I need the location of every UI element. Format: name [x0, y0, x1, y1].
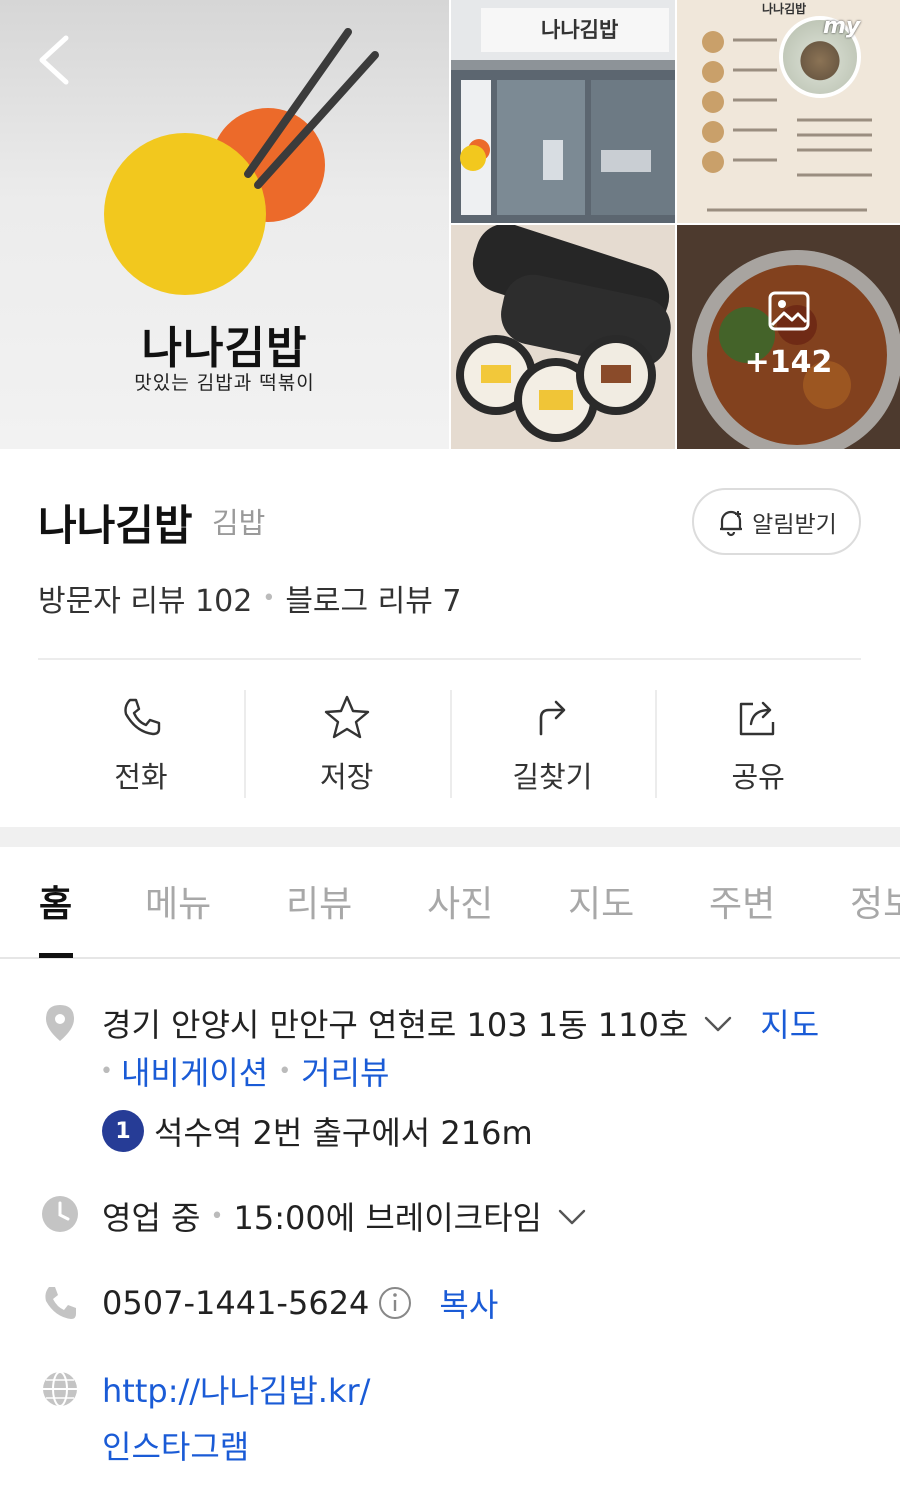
- share-icon: [739, 701, 775, 736]
- separator-dot: •: [100, 1058, 113, 1084]
- tab-home[interactable]: 홈: [39, 875, 72, 927]
- phone-icon: [124, 698, 161, 736]
- logo-tagline: 맛있는 김밥과 떡볶이: [134, 372, 315, 394]
- storefront-photo[interactable]: 나나김밥: [451, 0, 675, 223]
- notify-button[interactable]: 알림받기: [692, 488, 861, 555]
- tab-bar: 홈 메뉴 리뷰 사진 지도 주변 정보: [0, 847, 900, 959]
- place-category: 김밥: [212, 506, 266, 540]
- subway-line-badge: 1: [102, 1110, 144, 1152]
- gallery-icon: [768, 291, 810, 331]
- visitor-reviews-link[interactable]: 방문자 리뷰 102: [38, 576, 252, 620]
- my-avatar-text: my: [823, 14, 861, 39]
- storefront-sign-text: 나나김밥: [541, 18, 619, 42]
- clock-icon: [42, 1196, 78, 1232]
- save-button[interactable]: 저장: [243, 688, 450, 800]
- action-bar: 전화 저장 길찾기 공유: [38, 688, 861, 800]
- address-row: 경기 안양시 만안구 연현로 103 1동 110호 지도: [102, 1000, 819, 1046]
- more-photos-count: +142: [744, 345, 833, 380]
- active-tab-indicator: [39, 953, 73, 958]
- tab-photos[interactable]: 사진: [427, 875, 493, 927]
- share-button[interactable]: 공유: [655, 688, 861, 800]
- separator-dot: •: [262, 585, 276, 611]
- chevron-down-icon[interactable]: [554, 1201, 594, 1231]
- back-button[interactable]: [30, 30, 80, 90]
- star-icon: [324, 695, 369, 739]
- more-photos-tile[interactable]: +142: [677, 225, 900, 449]
- tab-nearby[interactable]: 주변: [709, 875, 775, 927]
- instagram-link[interactable]: 인스타그램: [102, 1422, 249, 1468]
- call-button[interactable]: 전화: [38, 688, 244, 800]
- location-pin-icon: [46, 1005, 74, 1041]
- photo-gallery: 나나김밥 맛있는 김밥과 떡볶이 나나김밥 나나김밥 my +142: [0, 0, 900, 449]
- divider: [38, 658, 861, 660]
- info-icon[interactable]: [377, 1285, 413, 1321]
- menu-board-title: 나나김밥: [762, 2, 807, 16]
- separator-dot: •: [210, 1203, 224, 1229]
- more-photos-overlay: [677, 225, 900, 449]
- bell-plus-icon: [720, 510, 743, 536]
- chevron-down-icon[interactable]: [700, 1008, 740, 1038]
- review-summary: 방문자 리뷰 102 • 블로그 리뷰 7: [38, 576, 462, 620]
- address-links: • 내비게이션 • 거리뷰: [100, 1048, 390, 1094]
- main-logo-photo[interactable]: 나나김밥 맛있는 김밥과 떡볶이: [0, 0, 449, 449]
- website-link[interactable]: http://나나김밥.kr/: [102, 1366, 370, 1412]
- subway-distance-text: 석수역 2번 출구에서 216m: [154, 1114, 533, 1152]
- directions-icon: [540, 700, 566, 736]
- logo-name: 나나김밥: [141, 323, 308, 374]
- open-status: 영업 중: [102, 1199, 201, 1237]
- directions-label: 길찾기: [512, 760, 593, 794]
- menu-board-photo[interactable]: 나나김밥 my: [677, 0, 900, 223]
- phone-small-icon: [45, 1287, 76, 1319]
- globe-icon: [43, 1371, 77, 1407]
- call-label: 전화: [114, 760, 168, 794]
- address-text: 경기 안양시 만안구 연현로 103 1동 110호: [102, 1006, 689, 1044]
- blog-reviews-link[interactable]: 블로그 리뷰 7: [285, 576, 461, 620]
- subway-info: 1 석수역 2번 출구에서 216m: [102, 1108, 533, 1154]
- copy-phone-button[interactable]: 복사: [439, 1280, 498, 1326]
- tab-map[interactable]: 지도: [568, 875, 634, 927]
- phone-row: 0507-1441-5624 복사: [102, 1280, 498, 1326]
- tab-reviews[interactable]: 리뷰: [286, 875, 352, 927]
- tab-menu[interactable]: 메뉴: [145, 875, 211, 927]
- navigation-link[interactable]: 내비게이션: [121, 1048, 268, 1094]
- phone-number[interactable]: 0507-1441-5624: [102, 1284, 369, 1322]
- map-link[interactable]: 지도: [760, 1000, 819, 1046]
- save-label: 저장: [319, 760, 374, 794]
- break-time-text: 15:00에 브레이크타임: [233, 1199, 542, 1237]
- kimbap-photo[interactable]: [451, 225, 675, 449]
- hours-row[interactable]: 영업 중 • 15:00에 브레이크타임: [102, 1193, 594, 1239]
- chevron-left-icon: [39, 35, 69, 85]
- share-label: 공유: [731, 760, 785, 794]
- section-gap: [0, 827, 900, 847]
- directions-button[interactable]: 길찾기: [449, 688, 656, 800]
- tab-info[interactable]: 정보: [850, 875, 900, 927]
- notify-button-label: 알림받기: [752, 511, 837, 538]
- place-name: 나나김밥: [38, 501, 193, 550]
- separator-dot: •: [278, 1058, 292, 1084]
- streetview-link[interactable]: 거리뷰: [301, 1048, 389, 1094]
- kimbap-image: [451, 225, 675, 449]
